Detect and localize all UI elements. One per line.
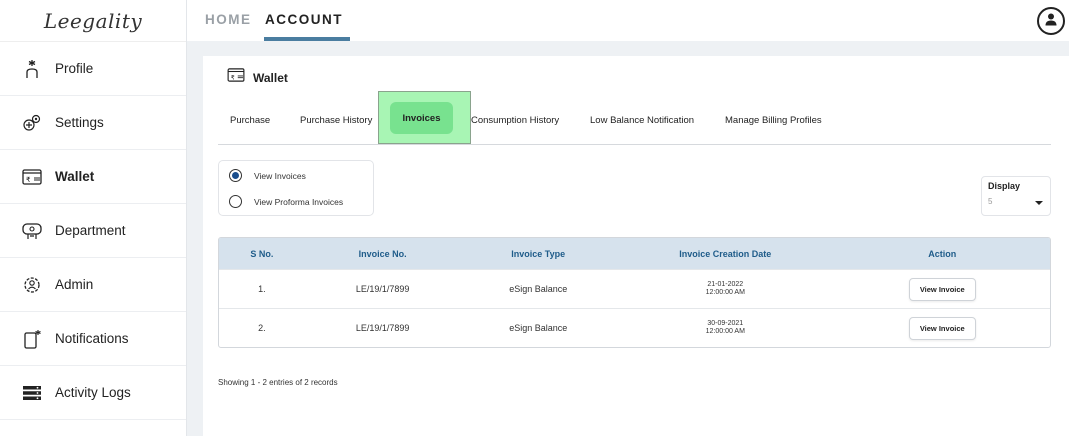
settings-icon bbox=[22, 113, 42, 133]
cell-action: View Invoice bbox=[835, 277, 1050, 301]
tabs-divider bbox=[218, 144, 1051, 145]
cell-invoice-no: LE/19/1/7899 bbox=[355, 284, 410, 294]
column-header: Action bbox=[928, 248, 957, 259]
date-text: 21-01-2022 bbox=[707, 281, 744, 288]
department-icon bbox=[22, 221, 42, 241]
sidebar: Leegality Profile Settings ₹ Wallet Depa… bbox=[0, 0, 187, 436]
sidebar-item-department[interactable]: Department bbox=[0, 204, 186, 258]
tab-low-balance-notification[interactable]: Low Balance Notification bbox=[590, 115, 694, 126]
tab-consumption-history[interactable]: Consumption History bbox=[471, 115, 559, 126]
tab-invoices[interactable]: Invoices bbox=[390, 102, 453, 134]
table-row: 1. LE/19/1/7899 eSign Balance 21-01-2022… bbox=[219, 269, 1050, 308]
cell-invoice-no: LE/19/1/7899 bbox=[355, 323, 410, 333]
sidebar-item-label: Admin bbox=[55, 277, 94, 292]
view-invoice-button[interactable]: View Invoice bbox=[908, 277, 976, 301]
date-text: 30-09-2021 bbox=[707, 320, 744, 327]
cell-creation-date: 21-01-2022 12:00:00 AM bbox=[616, 281, 834, 297]
svg-text:₹: ₹ bbox=[231, 74, 235, 81]
sidebar-item-label: Department bbox=[55, 223, 126, 238]
sidebar-item-wallet[interactable]: ₹ Wallet bbox=[0, 150, 186, 204]
app-root: Leegality Profile Settings ₹ Wallet Depa… bbox=[0, 0, 1069, 436]
sidebar-item-label: Profile bbox=[55, 61, 94, 76]
cell-invoice-type: eSign Balance bbox=[509, 284, 568, 294]
page-title: Wallet bbox=[253, 70, 288, 85]
radio-view-invoices[interactable]: View Invoices bbox=[229, 169, 306, 182]
pagination-summary: Showing 1 - 2 entries of 2 records bbox=[218, 378, 338, 387]
cell-creation-date: 30-09-2021 12:00:00 AM bbox=[616, 320, 834, 336]
radio-unselected[interactable] bbox=[229, 195, 242, 208]
tab-invoices-label: Invoices bbox=[402, 112, 441, 124]
radio-selected[interactable] bbox=[229, 169, 242, 182]
sidebar-item-settings[interactable]: Settings bbox=[0, 96, 186, 150]
tab-account[interactable]: ACCOUNT bbox=[265, 12, 343, 27]
notifications-icon bbox=[22, 329, 42, 349]
admin-icon bbox=[22, 275, 42, 295]
wallet-card: ₹ Wallet Purchase Purchase History Invoi… bbox=[203, 56, 1069, 436]
invoice-view-options: View Invoices View Proforma Invoices bbox=[218, 160, 374, 216]
tab-purchase[interactable]: Purchase bbox=[230, 115, 270, 126]
time-text: 12:00:00 AM bbox=[705, 289, 745, 296]
table-header: S No. Invoice No. Invoice Type Invoice C… bbox=[219, 238, 1050, 269]
column-header: S No. bbox=[250, 248, 274, 259]
cell-sno: 2. bbox=[258, 323, 266, 333]
column-header: Invoice Type bbox=[511, 248, 566, 259]
logo[interactable]: Leegality bbox=[0, 0, 186, 42]
user-menu-button[interactable] bbox=[1037, 7, 1065, 35]
display-count-select[interactable]: Display 5 bbox=[981, 176, 1051, 216]
svg-text:₹: ₹ bbox=[26, 176, 31, 184]
sidebar-item-activity-logs[interactable]: Activity Logs bbox=[0, 366, 186, 420]
sidebar-item-label: Settings bbox=[55, 115, 104, 130]
sidebar-item-label: Notifications bbox=[55, 331, 129, 346]
column-header: Invoice Creation Date bbox=[679, 248, 772, 259]
wallet-icon: ₹ bbox=[22, 167, 42, 187]
radio-dot bbox=[232, 172, 239, 179]
sidebar-item-notifications[interactable]: Notifications bbox=[0, 312, 186, 366]
user-icon bbox=[1044, 12, 1058, 31]
active-tab-indicator bbox=[264, 37, 350, 41]
logo-text: Leegality bbox=[43, 8, 143, 33]
chevron-down-icon bbox=[1035, 201, 1043, 205]
profile-icon bbox=[22, 59, 42, 79]
radio-view-proforma-invoices[interactable]: View Proforma Invoices bbox=[229, 195, 343, 208]
sidebar-item-admin[interactable]: Admin bbox=[0, 258, 186, 312]
tab-manage-billing-profiles[interactable]: Manage Billing Profiles bbox=[725, 115, 822, 126]
column-header: Invoice No. bbox=[358, 248, 407, 259]
sidebar-item-label: Activity Logs bbox=[55, 385, 131, 400]
view-invoice-button[interactable]: View Invoice bbox=[908, 316, 976, 340]
radio-label: View Invoices bbox=[254, 170, 306, 181]
tab-home[interactable]: HOME bbox=[205, 12, 252, 27]
table-row: 2. LE/19/1/7899 eSign Balance 30-09-2021… bbox=[219, 308, 1050, 347]
sidebar-item-profile[interactable]: Profile bbox=[0, 42, 186, 96]
wallet-icon: ₹ bbox=[227, 68, 245, 87]
sidebar-item-label: Wallet bbox=[55, 169, 95, 184]
invoices-table: S No. Invoice No. Invoice Type Invoice C… bbox=[218, 237, 1051, 348]
top-nav: HOME ACCOUNT bbox=[187, 0, 1069, 41]
cell-action: View Invoice bbox=[835, 316, 1050, 340]
wallet-header: ₹ Wallet bbox=[227, 68, 288, 87]
cell-invoice-type: eSign Balance bbox=[509, 323, 568, 333]
display-label: Display bbox=[988, 181, 1021, 191]
tab-purchase-history[interactable]: Purchase History bbox=[300, 115, 372, 126]
time-text: 12:00:00 AM bbox=[705, 328, 745, 335]
cell-sno: 1. bbox=[258, 284, 266, 294]
activity-logs-icon bbox=[22, 383, 42, 403]
radio-label: View Proforma Invoices bbox=[254, 196, 344, 207]
